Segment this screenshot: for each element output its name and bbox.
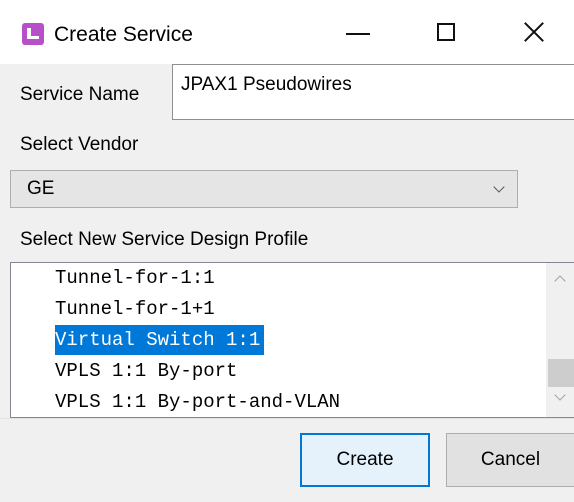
- maximize-icon: [437, 23, 455, 41]
- service-name-label: Service Name: [20, 84, 140, 105]
- profile-listbox[interactable]: Tunnel-for-1:1 Tunnel-for-1+1 Virtual Sw…: [10, 262, 574, 418]
- title-bar[interactable]: Create Service: [0, 0, 574, 64]
- create-service-dialog: Create Service Service Name JPAX1 Pseudo…: [0, 0, 574, 502]
- vendor-selected-value: GE: [27, 178, 55, 199]
- window-title: Create Service: [54, 23, 193, 46]
- minimize-icon: [346, 33, 370, 35]
- scroll-thumb[interactable]: [548, 359, 574, 387]
- list-item[interactable]: VPLS 1:1 By-port-and-VLAN: [55, 387, 344, 417]
- service-name-input[interactable]: JPAX1 Pseudowires: [172, 64, 574, 120]
- close-icon: [523, 21, 545, 43]
- chevron-down-icon: [493, 181, 505, 193]
- list-item[interactable]: Tunnel-for-1+1: [55, 294, 219, 324]
- scroll-down-arrow-icon[interactable]: [554, 389, 566, 401]
- minimize-button[interactable]: [318, 0, 398, 64]
- close-button[interactable]: [494, 0, 574, 64]
- list-item[interactable]: Tunnel-for-1:1: [55, 263, 219, 293]
- app-icon: [22, 23, 44, 45]
- vertical-scrollbar[interactable]: [546, 263, 574, 417]
- maximize-button[interactable]: [406, 0, 486, 64]
- cancel-button[interactable]: Cancel: [446, 433, 574, 487]
- select-profile-label: Select New Service Design Profile: [20, 229, 309, 250]
- list-item-selected[interactable]: Virtual Switch 1:1: [55, 325, 265, 355]
- divider: [0, 418, 574, 419]
- select-vendor-label: Select Vendor: [20, 134, 139, 155]
- scroll-up-arrow-icon[interactable]: [554, 275, 566, 287]
- list-item[interactable]: VPLS 1:1 By-port: [55, 356, 241, 386]
- vendor-dropdown[interactable]: GE: [10, 170, 518, 208]
- create-button[interactable]: Create: [300, 433, 430, 487]
